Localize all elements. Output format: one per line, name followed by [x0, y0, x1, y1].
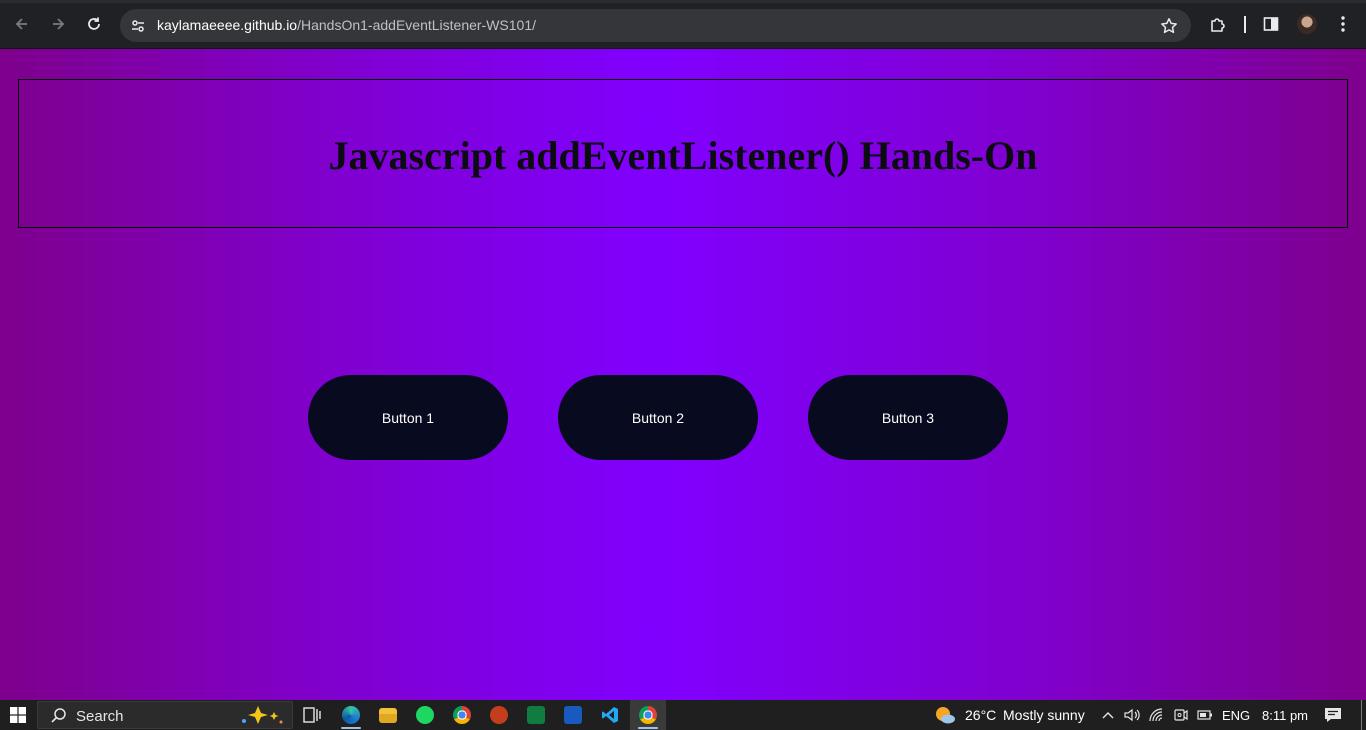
- vscode-icon[interactable]: [597, 700, 623, 730]
- url-path: /HandsOn1-addEventListener-WS101/: [297, 17, 537, 33]
- avatar-image: [1297, 14, 1317, 34]
- extensions-icon[interactable]: [1206, 12, 1230, 36]
- button-2[interactable]: Button 2: [558, 375, 758, 460]
- reload-icon[interactable]: [81, 11, 107, 37]
- profile-avatar[interactable]: [1295, 12, 1319, 36]
- forward-arrow-icon[interactable]: [45, 11, 71, 37]
- meet-now-icon[interactable]: [1172, 700, 1190, 730]
- chrome-running-indicator: [638, 727, 658, 729]
- powerpoint-icon[interactable]: [486, 700, 512, 730]
- url-text[interactable]: kaylamaeeee.github.io/HandsOn1-addEventL…: [157, 17, 536, 33]
- battery-icon[interactable]: [1196, 700, 1214, 730]
- search-label: Search: [76, 708, 124, 725]
- windows-start-icon[interactable]: [4, 700, 32, 730]
- spotify-icon[interactable]: [412, 700, 438, 730]
- tune-icon[interactable]: [128, 16, 148, 36]
- word-icon[interactable]: [560, 700, 586, 730]
- toolbar-divider: [1244, 16, 1246, 33]
- taskbar-search[interactable]: Search: [37, 701, 293, 729]
- file-explorer-icon[interactable]: [375, 700, 401, 730]
- search-highlight-sparkle-icon: [238, 704, 286, 730]
- language-indicator[interactable]: ENG: [1222, 708, 1250, 723]
- excel-icon[interactable]: [523, 700, 549, 730]
- page-title: Javascript addEventListener() Hands-On: [328, 133, 1038, 178]
- volume-icon[interactable]: [1123, 700, 1141, 730]
- weather-temperature[interactable]: 26°C: [965, 707, 996, 723]
- clock[interactable]: 8:11 pm: [1262, 708, 1308, 723]
- taskbar: Search 26°C Mostly sunny ENG 8:11 pm: [0, 700, 1366, 730]
- chevron-up-icon[interactable]: [1099, 700, 1117, 730]
- edge-running-indicator: [341, 727, 361, 729]
- weather-description[interactable]: Mostly sunny: [1003, 707, 1085, 723]
- kebab-menu-icon[interactable]: [1331, 12, 1355, 36]
- address-bar[interactable]: kaylamaeeee.github.io/HandsOn1-addEventL…: [120, 9, 1191, 42]
- url-host: kaylamaeeee.github.io: [157, 17, 298, 33]
- page-viewport: Javascript addEventListener() Hands-On B…: [0, 49, 1366, 700]
- chrome-active-icon[interactable]: [630, 700, 666, 730]
- edge-icon[interactable]: [338, 700, 364, 730]
- tab-strip-edge: [0, 0, 1366, 3]
- browser-toolbar: kaylamaeeee.github.io/HandsOn1-addEventL…: [0, 0, 1366, 49]
- search-icon: [50, 707, 67, 729]
- button-1[interactable]: Button 1: [308, 375, 508, 460]
- network-icon[interactable]: [1148, 700, 1166, 730]
- notifications-icon[interactable]: [1322, 700, 1344, 730]
- weather-sun-cloud-icon[interactable]: [933, 700, 957, 730]
- side-panel-icon[interactable]: [1259, 12, 1283, 36]
- button-3[interactable]: Button 3: [808, 375, 1008, 460]
- header-box: Javascript addEventListener() Hands-On: [18, 79, 1348, 228]
- bookmark-star-icon[interactable]: [1159, 16, 1179, 36]
- task-view-icon[interactable]: [299, 700, 325, 730]
- back-arrow-icon[interactable]: [9, 11, 35, 37]
- show-desktop-strip[interactable]: [1361, 700, 1362, 730]
- chrome-icon[interactable]: [449, 700, 475, 730]
